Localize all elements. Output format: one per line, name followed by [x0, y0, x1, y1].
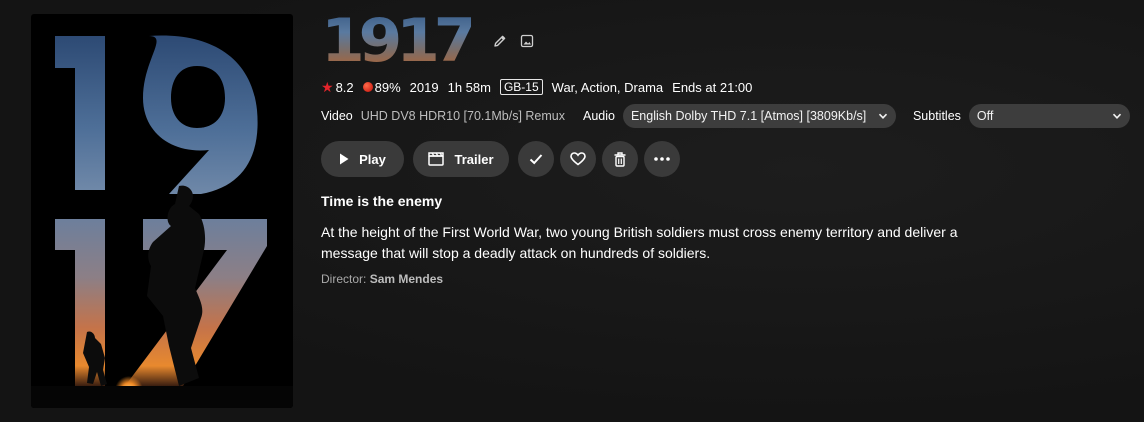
- chevron-down-icon: [878, 111, 888, 121]
- delete-button[interactable]: [602, 141, 638, 177]
- play-button-label: Play: [359, 151, 386, 167]
- title-logo: 1917: [321, 6, 477, 76]
- more-options-button[interactable]: [644, 141, 680, 177]
- poster-artwork: [31, 35, 293, 408]
- genres: War, Action, Drama: [551, 79, 664, 95]
- metadata-row: ★ 8.2 89% 2019 1h 58m GB-15 War, Action,…: [321, 78, 761, 96]
- play-button[interactable]: Play: [321, 141, 404, 177]
- pencil-icon[interactable]: [490, 31, 510, 51]
- more-icon: [654, 157, 670, 161]
- image-icon[interactable]: [517, 31, 537, 51]
- subtitles-label: Subtitles: [912, 109, 961, 123]
- audio-label: Audio: [582, 109, 615, 123]
- favorite-button[interactable]: [560, 141, 596, 177]
- director-label: Director:: [321, 272, 367, 286]
- action-buttons: Play Trailer: [321, 141, 686, 177]
- official-rating-badge: GB-15: [499, 79, 543, 95]
- check-icon: [529, 154, 543, 165]
- subtitles-select-value: Off: [976, 109, 994, 123]
- item-details-page: 1917 ★ 8.2 89% 2019 1h 58m GB-15 War, Ac…: [0, 0, 1144, 422]
- community-rating: 8.2: [335, 79, 354, 95]
- director-name[interactable]: Sam Mendes: [370, 272, 443, 286]
- end-time: Ends at 21:00: [672, 79, 753, 95]
- trailer-button[interactable]: Trailer: [413, 141, 509, 177]
- clapperboard-icon: [428, 152, 445, 166]
- mark-played-button[interactable]: [518, 141, 554, 177]
- video-label: Video: [321, 109, 353, 123]
- play-icon: [339, 153, 349, 165]
- poster-digit-9: [143, 35, 258, 194]
- trash-icon: [614, 151, 626, 167]
- heart-icon: [570, 152, 586, 166]
- poster-digit-1-top: [55, 36, 105, 190]
- title-row: 1917: [321, 6, 544, 76]
- tomato-icon: [362, 82, 373, 92]
- star-icon: ★: [321, 78, 334, 95]
- trailer-button-label: Trailer: [454, 151, 494, 167]
- subtitles-select[interactable]: Off: [968, 104, 1130, 128]
- runtime: 1h 58m: [447, 79, 491, 95]
- director-line: Director: Sam Mendes: [321, 272, 443, 286]
- audio-select[interactable]: English Dolby THD 7.1 [Atmos] [3809Kb/s]: [622, 104, 896, 128]
- media-info-row: Video UHD DV8 HDR10 [70.1Mb/s] Remux Aud…: [321, 104, 1130, 128]
- tagline: Time is the enemy: [321, 193, 443, 209]
- year: 2019: [409, 79, 439, 95]
- video-value: UHD DV8 HDR10 [70.1Mb/s] Remux: [360, 109, 565, 123]
- chevron-down-icon: [1112, 111, 1122, 121]
- movie-poster[interactable]: [31, 14, 293, 408]
- audio-select-value: English Dolby THD 7.1 [Atmos] [3809Kb/s]: [630, 109, 867, 123]
- critic-rating: 89%: [374, 79, 401, 95]
- overview: At the height of the First World War, tw…: [321, 224, 958, 261]
